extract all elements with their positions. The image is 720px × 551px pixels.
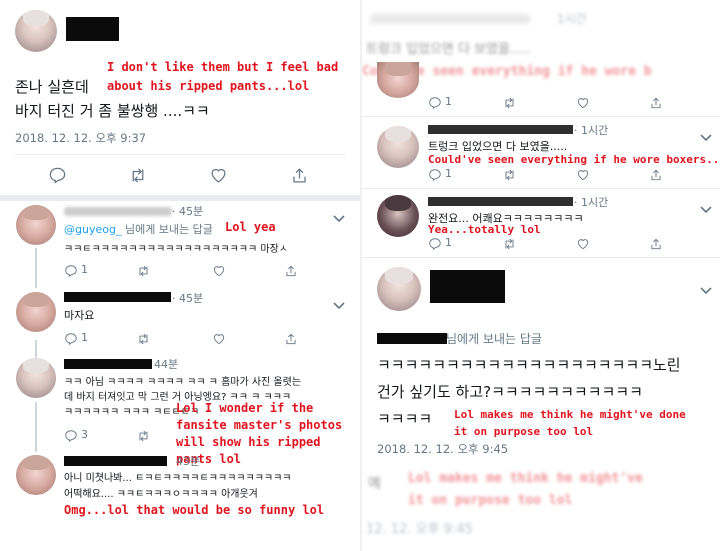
reply-avatar[interactable] [16, 205, 56, 245]
like-icon[interactable] [576, 236, 590, 250]
author-avatar[interactable] [15, 10, 57, 52]
reply-text-line1: ㅋㅋ 아님 ㅋㅋㅋㅋ ㅋㅋㅋㅋ ㅋㅋ ㅋ 홈마가 사진 올렷는 [64, 377, 302, 388]
chevron-down-icon[interactable] [333, 295, 345, 310]
like-icon[interactable] [576, 95, 590, 109]
redacted-user [428, 197, 573, 206]
like-icon[interactable] [212, 331, 226, 345]
reply-text-line1: 아니 미쳣나봐... ㅌㅋㅌㅋㅋㅋㅋㅌㅋㅋㅋㅋㅋㅋㅋㅋㅋ [64, 473, 292, 484]
reply-avatar[interactable] [377, 62, 419, 98]
reply-text: 트렁크 입었으면 다 보였을..... [428, 140, 568, 153]
redacted-user [64, 292, 171, 302]
main-tweet-text-line1: 존나 실흔데 [15, 78, 89, 96]
reply-translation: Omg...lol that would be so funny lol [64, 503, 325, 517]
reply-icon[interactable] [64, 428, 78, 442]
main-tweet-translation: I don't like them but I feel bad about h… [107, 60, 339, 93]
reply-count: 3 [81, 428, 88, 441]
main-tweet-text-line2: 바지 터진 거 좀 불쌍행 ....ㅋㅋ [15, 102, 210, 120]
reply-to-line: @guyeog_ 님에게 보내는 답글 [64, 223, 213, 236]
reply-time: 44분 [154, 358, 179, 371]
reply-count: 1 [445, 167, 452, 180]
main-tweet-timestamp: 2018. 12. 12. 오후 9:37 [15, 131, 147, 145]
chevron-down-icon[interactable] [700, 127, 712, 142]
retweet-icon[interactable] [136, 428, 151, 442]
retweet-icon[interactable] [502, 236, 517, 250]
share-icon[interactable] [284, 331, 298, 345]
share-icon[interactable] [649, 167, 663, 181]
reply-to-handle[interactable]: @guyeog_ [64, 223, 121, 236]
reply-icon[interactable] [64, 331, 78, 345]
share-icon[interactable] [649, 236, 663, 250]
reply-icon[interactable] [48, 166, 67, 185]
share-icon[interactable] [284, 263, 298, 277]
retweet-icon[interactable] [136, 263, 151, 277]
reply-text-line2: 어떡해요.... ㅋㅋㅌㅋㅋㅋㅇㅋㅋㅋㅋ 아개웃겨 [64, 489, 258, 500]
reply-avatar[interactable] [16, 455, 56, 495]
right-screenshot-panel: 1시간 트렁크 입었으면 다 보였을..... Could've seen ev… [362, 0, 720, 551]
reply-translation: Lol yea [225, 220, 276, 234]
reply-avatar[interactable] [16, 292, 56, 332]
thread-line [35, 248, 37, 288]
redacted-user [64, 207, 172, 216]
reply-translation: Lol I wonder if the fansite master's pho… [176, 401, 343, 466]
share-icon[interactable] [290, 166, 309, 185]
reply-icon[interactable] [428, 167, 442, 181]
chevron-down-icon[interactable] [333, 208, 345, 223]
reply-time: · 1시간 [574, 124, 609, 137]
reply-to-line: 님에게 보내는 답글 [446, 332, 542, 346]
retweet-icon[interactable] [502, 95, 517, 109]
main-tweet-translation: Lol makes me think he might've done it o… [454, 408, 686, 438]
like-icon[interactable] [209, 166, 228, 185]
like-icon[interactable] [576, 167, 590, 181]
chevron-down-icon[interactable] [700, 280, 712, 295]
like-icon[interactable] [212, 263, 226, 277]
main-tweet-timestamp: 2018. 12. 12. 오후 9:45 [377, 442, 509, 456]
thread-line [35, 402, 37, 452]
reply-time: · 1시간 [574, 196, 609, 209]
author-avatar[interactable] [377, 267, 421, 311]
section-separator [0, 195, 360, 201]
retweet-icon[interactable] [136, 331, 151, 345]
reply-text: 마자요 [64, 309, 95, 322]
chevron-down-icon[interactable] [700, 199, 712, 214]
main-tweet-text-line3: ㅋㅋㅋㅋ [377, 410, 433, 428]
main-tweet-text-line1: ㅋㅋㅋㅋㅋㅋㅋㅋㅋㅋㅋㅋㅋㅋㅋㅋㅋㅋㅋㅋ노린 [377, 356, 681, 374]
reply-avatar[interactable] [377, 126, 419, 168]
reply-translation: Yea...totally lol [428, 223, 541, 236]
reply-time: 43분 [176, 455, 201, 468]
divider [362, 188, 720, 189]
redacted-reply-to-handle [377, 333, 447, 344]
redacted-author-name [66, 17, 119, 41]
divider [362, 116, 720, 117]
reply-count: 1 [81, 263, 88, 276]
divider [362, 257, 720, 258]
retweet-icon[interactable] [128, 166, 148, 185]
redacted-user [428, 125, 573, 134]
reply-icon[interactable] [428, 236, 442, 250]
divider [15, 154, 345, 155]
redacted-user [64, 359, 152, 369]
reply-count: 1 [81, 331, 88, 344]
redacted-user [64, 456, 167, 466]
reply-count: 1 [445, 95, 452, 108]
reply-time: · 45분 [172, 205, 204, 218]
reply-translation: Could've seen everything if he wore boxe… [428, 153, 720, 166]
reply-text: ㅋㅋㅌㅋㅋㅋㅋㅋㅋㅋㅋㅋㅋㅋㅋㅋㅋㅋㅋㅋㅋ 마장ㅅ [64, 244, 288, 255]
main-tweet-text-line2: 건가 싶기도 하고?ㅋㅋㅋㅋㅋㅋㅋㅋㅋㅋㅋ [377, 383, 643, 401]
left-screenshot-panel: I don't like them but I feel bad about h… [0, 0, 360, 551]
reply-avatar[interactable] [16, 358, 56, 398]
reply-count: 1 [445, 236, 452, 249]
redacted-author-name [430, 270, 505, 303]
reply-avatar[interactable] [377, 195, 419, 237]
thread-line [35, 340, 37, 360]
share-icon[interactable] [649, 95, 663, 109]
retweet-icon[interactable] [502, 167, 517, 181]
reply-icon[interactable] [428, 95, 442, 109]
reply-time: · 45분 [172, 292, 204, 305]
reply-icon[interactable] [64, 263, 78, 277]
